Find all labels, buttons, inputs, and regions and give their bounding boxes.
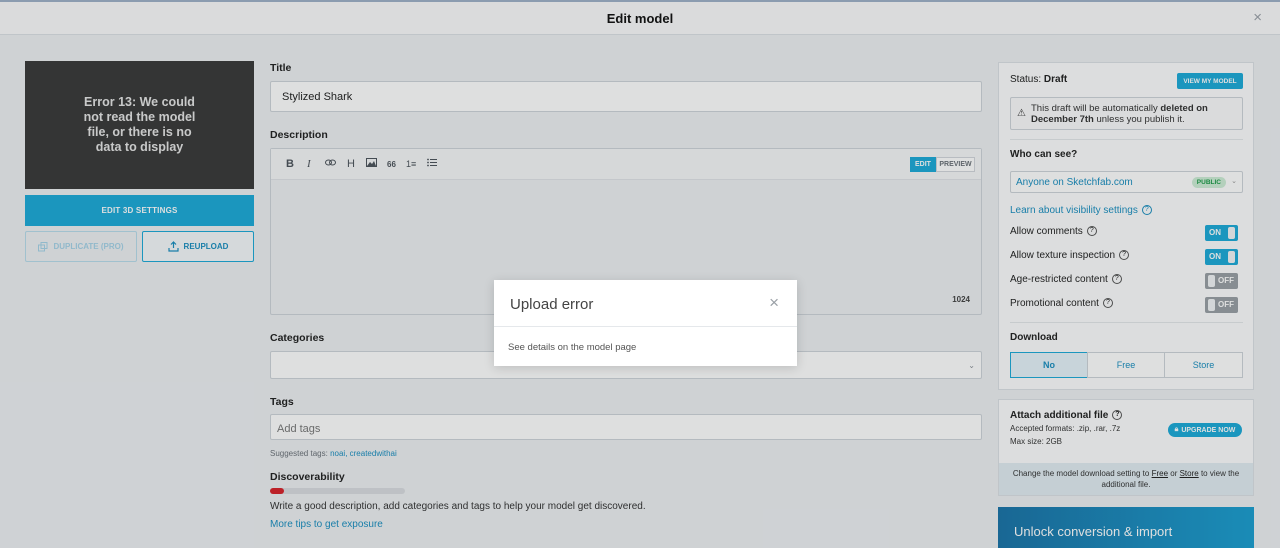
modal-title: Upload error bbox=[510, 296, 594, 313]
close-icon[interactable]: × bbox=[769, 293, 779, 313]
modal-body: See details on the model page bbox=[508, 342, 637, 353]
upload-error-modal: Upload error × See details on the model … bbox=[494, 280, 797, 366]
modal-divider bbox=[494, 326, 797, 327]
modal-backdrop[interactable] bbox=[0, 0, 1280, 548]
